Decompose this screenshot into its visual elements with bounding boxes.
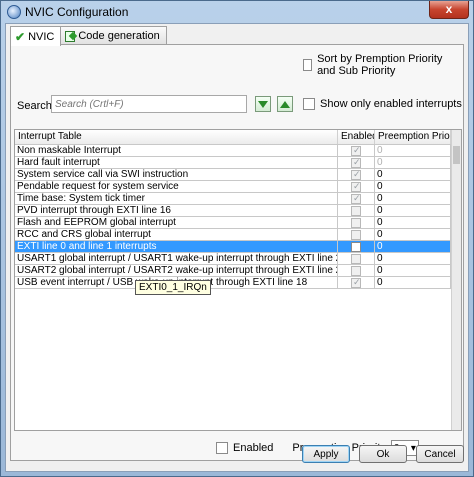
enabled-checkbox[interactable]: [351, 145, 361, 156]
tooltip: EXTI0_1_IRQn: [135, 280, 211, 295]
priority-cell[interactable]: 0: [375, 241, 451, 252]
column-header-interrupt[interactable]: Interrupt Table: [15, 130, 338, 144]
priority-cell[interactable]: 0: [375, 157, 451, 168]
column-header-priority[interactable]: Preemption Priority: [375, 130, 451, 144]
enabled-checkbox[interactable]: [351, 253, 361, 264]
close-button[interactable]: x: [429, 1, 469, 19]
interrupt-name: PVD interrupt through EXTI line 16: [15, 205, 338, 216]
enabled-checkbox[interactable]: [351, 169, 361, 180]
enabled-checkbox[interactable]: [351, 181, 361, 192]
table-row[interactable]: USART1 global interrupt / USART1 wake-up…: [15, 253, 461, 265]
tab-nvic[interactable]: ✔ NVIC: [10, 26, 62, 46]
enabled-checkbox[interactable]: [351, 277, 361, 288]
app-icon: [7, 5, 21, 19]
nvic-panel: Sort by Premption Priority and Sub Prior…: [10, 44, 464, 461]
check-icon: ✔: [15, 29, 26, 44]
interrupt-name: Pendable request for system service: [15, 181, 338, 192]
column-header-enabled[interactable]: Enabled: [338, 130, 375, 144]
priority-cell[interactable]: 0: [375, 229, 451, 240]
search-label: Search: [17, 100, 52, 112]
show-enabled-label: Show only enabled interrupts: [320, 98, 462, 110]
arrow-down-icon: [258, 100, 268, 108]
table-row[interactable]: Pendable request for system service 0: [15, 181, 461, 193]
search-next-button[interactable]: [255, 96, 271, 112]
tab-bar: ✔ NVIC Code generation: [10, 26, 167, 46]
enabled-checkbox[interactable]: [351, 229, 361, 240]
priority-cell[interactable]: 0: [375, 205, 451, 216]
interrupt-name: Time base: System tick timer: [15, 193, 338, 204]
title-bar[interactable]: NVIC Configuration x: [1, 1, 473, 23]
window-title: NVIC Configuration: [25, 5, 129, 19]
show-enabled-option: Show only enabled interrupts: [303, 98, 462, 110]
scrollbar-thumb[interactable]: [453, 146, 460, 164]
interrupt-table: Interrupt Table Enabled Preemption Prior…: [14, 129, 462, 431]
interrupt-name: USART1 global interrupt / USART1 wake-up…: [17, 253, 338, 264]
table-row[interactable]: USB event interrupt / USB wake-up interr…: [15, 277, 461, 289]
table-row[interactable]: PVD interrupt through EXTI line 16 0: [15, 205, 461, 217]
ok-button[interactable]: Ok: [359, 445, 407, 463]
priority-cell[interactable]: 0: [375, 145, 451, 156]
table-row-selected[interactable]: EXTI line 0 and line 1 interrupts 0: [15, 241, 461, 253]
table-row[interactable]: Time base: System tick timer 0: [15, 193, 461, 205]
search-input[interactable]: [51, 95, 247, 113]
interrupt-name: USART2 global interrupt / USART2 wake-up…: [17, 265, 338, 276]
search-previous-button[interactable]: [277, 96, 293, 112]
priority-cell[interactable]: 0: [375, 253, 451, 264]
interrupt-name: EXTI line 0 and line 1 interrupts: [15, 241, 338, 252]
enabled-checkbox[interactable]: [351, 205, 361, 216]
interrupt-name: System service call via SWI instruction: [15, 169, 338, 180]
priority-cell[interactable]: 0: [375, 277, 451, 288]
nvic-configuration-window: NVIC Configuration x ✔ NVIC Code generat…: [0, 0, 474, 477]
table-row[interactable]: Non maskable Interrupt 0: [15, 145, 461, 157]
enabled-checkbox-bottom[interactable]: [216, 442, 228, 454]
enabled-checkbox[interactable]: [351, 265, 361, 276]
table-row[interactable]: RCC and CRS global interrupt 0: [15, 229, 461, 241]
show-enabled-checkbox[interactable]: [303, 98, 315, 110]
cancel-button[interactable]: Cancel: [416, 445, 464, 463]
priority-cell[interactable]: 0: [375, 193, 451, 204]
tab-code-generation[interactable]: Code generation: [60, 26, 167, 45]
enabled-checkbox[interactable]: [351, 241, 361, 252]
priority-cell[interactable]: 0: [375, 217, 451, 228]
table-scrollbar[interactable]: [451, 130, 461, 430]
sort-option: Sort by Premption Priority and Sub Prior…: [303, 53, 463, 77]
arrow-up-icon: [280, 100, 290, 108]
enabled-label: Enabled: [233, 442, 274, 454]
table-row[interactable]: USART2 global interrupt / USART2 wake-up…: [15, 265, 461, 277]
interrupt-name: RCC and CRS global interrupt: [15, 229, 338, 240]
table-header: Interrupt Table Enabled Preemption Prior…: [15, 130, 461, 145]
apply-button[interactable]: Apply: [302, 445, 350, 463]
enabled-checkbox[interactable]: [351, 193, 361, 204]
tab-label: Code generation: [78, 30, 160, 42]
interrupt-name: Hard fault interrupt: [15, 157, 338, 168]
priority-cell[interactable]: 0: [375, 265, 451, 276]
interrupt-name: Non maskable Interrupt: [15, 145, 338, 156]
sort-checkbox[interactable]: [303, 59, 313, 71]
interrupt-name: Flash and EEPROM global interrupt: [15, 217, 338, 228]
table-row[interactable]: Hard fault interrupt 0: [15, 157, 461, 169]
code-generation-icon: [65, 30, 76, 42]
priority-cell[interactable]: 0: [375, 181, 451, 192]
enabled-checkbox[interactable]: [351, 217, 361, 228]
enabled-checkbox[interactable]: [351, 157, 361, 168]
tab-label: NVIC: [28, 30, 55, 43]
table-row[interactable]: Flash and EEPROM global interrupt 0: [15, 217, 461, 229]
priority-cell[interactable]: 0: [375, 169, 451, 180]
dialog-buttons: Apply Ok Cancel: [302, 445, 464, 463]
table-row[interactable]: System service call via SWI instruction …: [15, 169, 461, 181]
sort-label: Sort by Premption Priority and Sub Prior…: [317, 53, 443, 77]
dialog-body: ✔ NVIC Code generation Sort by Premption…: [5, 23, 469, 472]
